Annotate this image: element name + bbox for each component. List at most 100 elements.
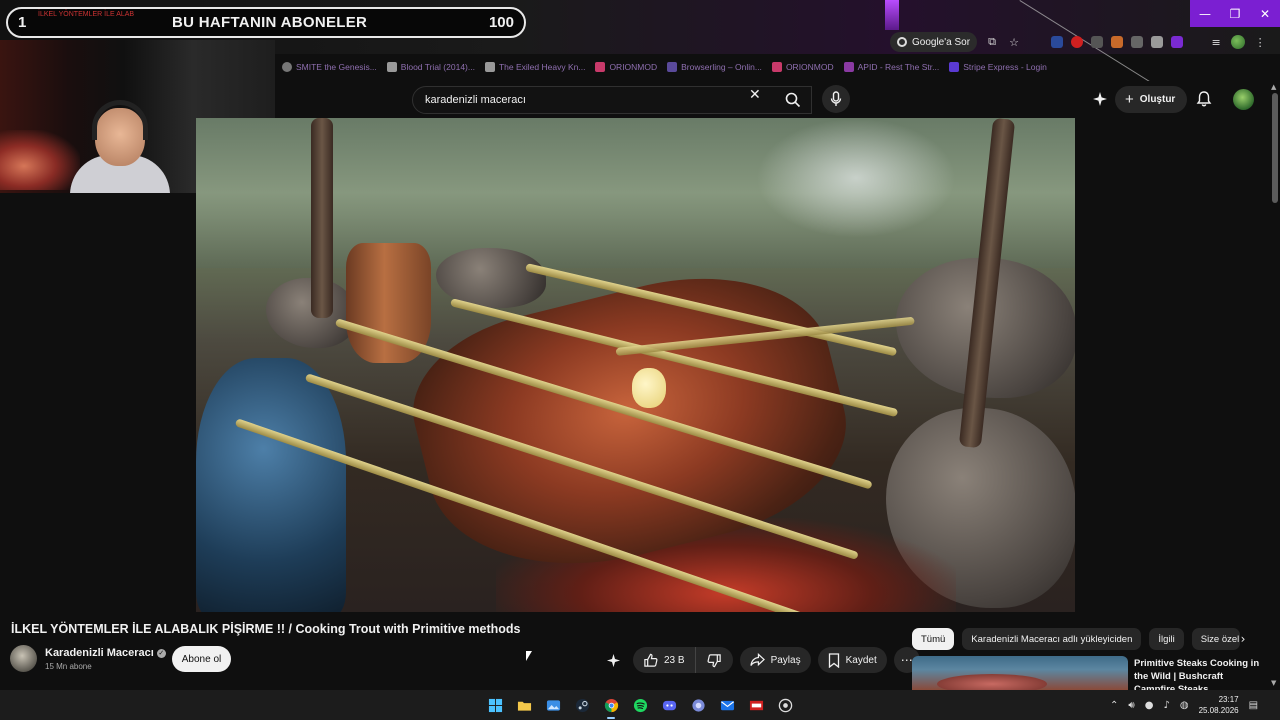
share-button[interactable]: Paylaş [739, 647, 811, 673]
bookmark-icon [828, 652, 839, 668]
chip-related[interactable]: İlgili [1149, 628, 1184, 650]
spotify-app[interactable] [628, 693, 652, 717]
app-blue-orb[interactable] [686, 693, 710, 717]
extension-shield-icon[interactable] [1151, 36, 1164, 48]
channel-subscriber-count: 15 Mn abone [45, 662, 92, 671]
minimize-button[interactable]: — [1190, 0, 1220, 27]
create-button[interactable]: + Oluştur [1115, 86, 1188, 113]
chip-for-you[interactable]: Size özel [1191, 628, 1240, 650]
verified-check-icon: ✓ [156, 649, 166, 658]
scrollbar-thumb[interactable] [1272, 93, 1278, 203]
streaming-app[interactable] [773, 693, 797, 717]
ask-ai-button[interactable] [600, 647, 626, 673]
file-explorer-app[interactable] [512, 693, 536, 717]
voice-search-button[interactable] [822, 85, 850, 113]
video-scene-post [311, 118, 333, 318]
bookmark-item[interactable]: APID - Rest The Str... [843, 62, 939, 72]
bookmark-item[interactable]: Blood Trial (2014)... [386, 62, 475, 72]
clock-time: 23:17 [1218, 695, 1239, 704]
bookmark-label: Stripe Express - Login [963, 62, 1047, 72]
mail-app[interactable] [715, 693, 739, 717]
save-button[interactable]: Kaydet [817, 647, 887, 673]
like-button[interactable]: 23 B [633, 647, 696, 673]
clear-search-icon[interactable]: ✕ [749, 87, 761, 103]
extension-puzzle-icon[interactable] [1091, 36, 1104, 48]
profile-avatar[interactable] [1231, 35, 1246, 49]
extension-script-icon[interactable] [1131, 36, 1144, 48]
channel-avatar[interactable] [10, 645, 37, 672]
recommended-video-title[interactable]: Primitive Steaks Cooking in the Wild | B… [1134, 657, 1264, 690]
speaker-icon[interactable]: 🔊︎ [1128, 700, 1134, 711]
chip-all[interactable]: Tümü [912, 628, 955, 650]
subscribe-button[interactable]: Abone ol [172, 646, 231, 672]
close-window-button[interactable]: ✕ [1250, 0, 1280, 27]
photos-app[interactable] [541, 693, 565, 717]
steam-app[interactable] [570, 693, 594, 717]
chrome-app[interactable] [599, 693, 623, 719]
extension-sound-icon[interactable] [1051, 36, 1064, 48]
dislike-button[interactable] [696, 647, 733, 673]
search-button[interactable] [775, 86, 811, 114]
subscriber-rank: 1 [18, 14, 27, 31]
network-icon[interactable]: ◍ [1180, 700, 1189, 711]
bookmark-item[interactable]: Browserling – Onlin... [667, 62, 762, 72]
system-tray: ⌃ 🔊︎ ● ♪ ◍ 23:17 25.08.2026 ▤ [1110, 690, 1258, 720]
notifications-icon[interactable]: ▤ [1249, 700, 1258, 711]
reading-list-icon[interactable]: ≡ [1209, 35, 1223, 49]
video-scene-butter [632, 368, 666, 408]
bookmark-favicon-icon [282, 62, 292, 72]
bookmark-star-icon[interactable]: ☆ [1007, 35, 1021, 49]
subscriber-goal-count: 100 [488, 14, 514, 31]
extension-purple-icon[interactable] [1171, 36, 1184, 48]
browser-menu-icon[interactable]: ⋮ [1253, 35, 1267, 49]
volume-icon[interactable]: ♪ [1163, 700, 1169, 711]
microphone-tray-icon[interactable]: ● [1145, 700, 1154, 711]
obs-app[interactable] [744, 693, 768, 717]
bookmark-item[interactable]: The Exiled Heavy Kn... [484, 62, 586, 72]
chevron-up-icon[interactable]: ⌃ [1110, 700, 1118, 711]
bookmark-item[interactable]: ORIONMOD [595, 62, 657, 72]
bookmark-favicon-icon [949, 62, 960, 72]
plus-icon: + [1125, 91, 1134, 108]
scroll-up-icon[interactable]: ▲ [1271, 83, 1276, 91]
channel-name-row[interactable]: Karadenizli Maceracı ✓ [45, 647, 166, 659]
spotify-icon [633, 698, 647, 712]
taskbar-clock[interactable]: 23:17 25.08.2026 [1199, 694, 1239, 716]
recording-app-icon [749, 700, 763, 710]
video-actions: 23 B Paylaş Kaydet ⋯ [600, 647, 920, 673]
bookmark-label: Blood Trial (2014)... [400, 62, 475, 72]
bookmark-favicon-icon [484, 62, 495, 72]
discord-app[interactable] [657, 693, 681, 717]
extension-opera-icon[interactable] [1071, 36, 1084, 48]
video-player[interactable] [196, 118, 1075, 612]
sparkle-icon [606, 653, 620, 667]
headset [92, 100, 148, 140]
install-app-icon[interactable]: ⧉ [985, 35, 999, 49]
tab-highlight [885, 0, 899, 30]
bookmarks-bar: SMITE the Genesis... Blood Trial (2014).… [282, 57, 1047, 77]
chip-from-uploader[interactable]: Karadenizli Maceracı adlı yükleyiciden [962, 628, 1142, 650]
scroll-down-icon[interactable]: ▼ [1271, 679, 1276, 687]
google-sor-button[interactable]: Google'a Sor [890, 32, 978, 52]
photos-icon [546, 699, 560, 711]
account-avatar[interactable] [1233, 89, 1254, 110]
notifications-bell-icon[interactable] [1195, 90, 1213, 108]
chevron-right-icon[interactable]: › [1234, 630, 1252, 648]
maximize-button[interactable]: ❐ [1220, 0, 1250, 27]
bookmark-item[interactable]: Stripe Express - Login [949, 62, 1047, 72]
bookmark-item[interactable]: ORIONMOD [771, 62, 834, 72]
google-lens-icon [897, 37, 907, 47]
webcam-light [0, 130, 80, 190]
share-label: Paylaş [770, 654, 801, 666]
extension-orange-icon[interactable] [1111, 36, 1124, 48]
discord-icon [662, 700, 676, 710]
bookmark-label: Browserling – Onlin... [681, 62, 762, 72]
bookmark-label: The Exiled Heavy Kn... [498, 62, 586, 72]
bookmark-item[interactable]: SMITE the Genesis... [282, 62, 377, 72]
thumbs-down-icon [707, 653, 721, 667]
recommended-video-thumbnail[interactable] [912, 656, 1128, 690]
sparkle-icon[interactable] [1092, 91, 1108, 107]
start-button[interactable] [483, 693, 507, 717]
page-scrollbar[interactable]: ▲ ▼ [1270, 81, 1280, 691]
windows-taskbar: ⌃ 🔊︎ ● ♪ ◍ 23:17 25.08.2026 ▤ [0, 690, 1280, 720]
